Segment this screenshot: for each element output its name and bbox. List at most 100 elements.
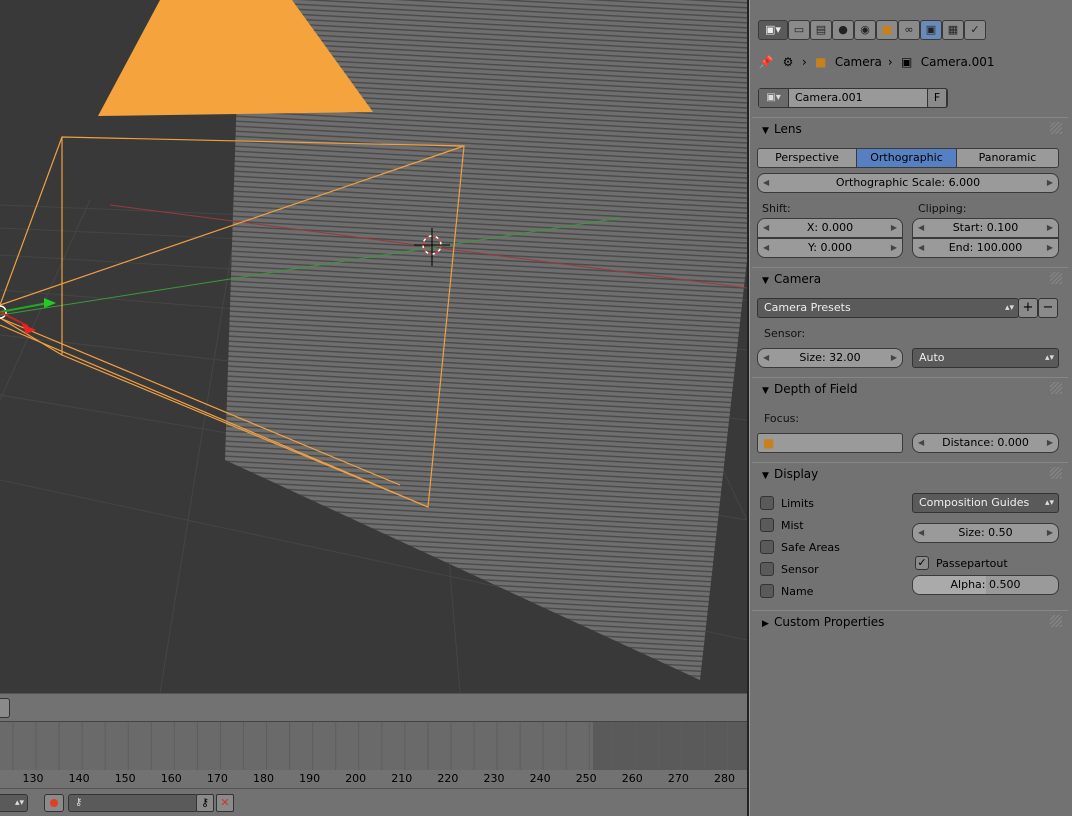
- sensor-display-label: Sensor: [781, 563, 819, 576]
- display-panel-header[interactable]: ▼ Display: [752, 462, 1068, 486]
- collapse-triangle-icon: ▼: [762, 471, 769, 481]
- timeline-tick-label: 130: [22, 772, 44, 785]
- lens-perspective-button[interactable]: Perspective: [757, 148, 857, 168]
- ortho-scale-field[interactable]: ◀ Orthographic Scale: 6.000 ▶: [757, 173, 1059, 193]
- lens-panoramic-button[interactable]: Panoramic: [956, 148, 1059, 168]
- timeline-tick-label: 220: [437, 772, 459, 785]
- playback-dropdown[interactable]: ▴▾: [0, 794, 28, 812]
- breadcrumb: 📌 ⚙ › ■ Camera › ▣ Camera.001: [758, 52, 995, 72]
- expand-triangle-icon: ▶: [762, 619, 769, 629]
- passepartout-checkbox[interactable]: ✓: [915, 556, 929, 570]
- editor-type-button[interactable]: [0, 698, 10, 718]
- fake-user-button[interactable]: F: [927, 88, 947, 108]
- camera-data-tab[interactable]: ▣: [920, 20, 942, 40]
- dof-panel-header[interactable]: ▼ Depth of Field: [752, 377, 1068, 401]
- composition-guides-dropdown[interactable]: Composition Guides ▴▾: [912, 493, 1059, 513]
- limits-checkbox[interactable]: [760, 496, 774, 510]
- shift-y-value: Y: 0.000: [808, 241, 852, 254]
- collapse-triangle-icon: ▼: [762, 276, 769, 286]
- 3d-viewport[interactable]: [0, 0, 747, 693]
- editor-type-button[interactable]: ▣▾: [758, 20, 788, 40]
- safe-areas-checkbox[interactable]: [760, 540, 774, 554]
- breadcrumb-data: Camera.001: [920, 55, 995, 69]
- panel-title: Lens: [774, 122, 802, 136]
- passepartout-alpha-slider[interactable]: Alpha: 0.500: [912, 575, 1059, 595]
- object-icon: ■: [763, 436, 775, 450]
- panel-title: Custom Properties: [774, 615, 885, 629]
- delete-keyframe-icon[interactable]: ✕: [216, 794, 234, 812]
- dropdown-arrow-icon: ▴▾: [1044, 498, 1054, 508]
- timeline-frames: [12, 722, 747, 770]
- name-label: Name: [781, 585, 814, 598]
- sensor-fit-dropdown[interactable]: Auto ▴▾: [912, 348, 1059, 368]
- keying-set-field[interactable]: ⚷: [68, 794, 198, 812]
- render-tab[interactable]: ▭: [788, 20, 810, 40]
- drag-grip-icon[interactable]: [1050, 272, 1062, 284]
- timeline-tick-label: 180: [253, 772, 274, 785]
- viewport-header: [0, 693, 747, 721]
- texture-tab[interactable]: ▦: [942, 20, 964, 40]
- camera-data-icon: ▣: [901, 55, 913, 69]
- camera-presets-label: Camera Presets: [764, 301, 851, 314]
- dof-distance-field[interactable]: ◀ Distance: 0.000 ▶: [912, 433, 1059, 453]
- dropdown-arrow-icon: ▴▾: [1044, 353, 1054, 363]
- shift-y-field[interactable]: ◀ Y: 0.000 ▶: [757, 238, 903, 258]
- scene-tab[interactable]: ●: [832, 20, 854, 40]
- object-icon: ■: [815, 55, 827, 69]
- clipping-label: Clipping:: [918, 202, 967, 215]
- drag-grip-icon[interactable]: [1050, 382, 1062, 394]
- timeline-tick-label: 280: [714, 772, 735, 785]
- timeline-tick-label: 150: [114, 772, 136, 785]
- record-button[interactable]: [44, 794, 64, 812]
- sensor-checkbox[interactable]: [760, 562, 774, 576]
- camera-presets-dropdown[interactable]: Camera Presets ▴▾: [757, 298, 1019, 318]
- guides-size-field[interactable]: ◀ Size: 0.50 ▶: [912, 523, 1059, 543]
- clip-end-field[interactable]: ◀ End: 100.000 ▶: [912, 238, 1059, 258]
- render-layers-tab[interactable]: ▤: [810, 20, 832, 40]
- clip-start-field[interactable]: ◀ Start: 0.100 ▶: [912, 218, 1059, 238]
- insert-keyframe-icon[interactable]: ⚷: [196, 794, 214, 812]
- constraints-tab[interactable]: ∞: [898, 20, 920, 40]
- sensor-size-field[interactable]: ◀ Size: 32.00 ▶: [757, 348, 903, 368]
- lens-orthographic-button[interactable]: Orthographic: [856, 148, 957, 168]
- timeline-tick-label: 200: [345, 772, 367, 785]
- limits-label: Limits: [781, 497, 814, 510]
- mist-label: Mist: [781, 519, 804, 532]
- browse-camera-button[interactable]: ▣▾: [759, 89, 789, 107]
- keying-set-icon: ⚷: [75, 797, 83, 808]
- lens-panel-header[interactable]: ▼ Lens: [752, 117, 1068, 141]
- physics-tab[interactable]: ✓: [964, 20, 986, 40]
- camera-datablock[interactable]: ▣▾ Camera.001: [758, 88, 948, 108]
- timeline-tick-label: 190: [299, 772, 321, 785]
- panel-title: Camera: [774, 272, 822, 286]
- datablock-name[interactable]: Camera.001: [789, 89, 947, 107]
- passepartout-label: Passepartout: [936, 557, 1008, 570]
- custom-properties-panel-header[interactable]: ▶ Custom Properties: [752, 610, 1068, 634]
- shift-x-field[interactable]: ◀ X: 0.000 ▶: [757, 218, 903, 238]
- clip-start-value: Start: 0.100: [952, 221, 1019, 234]
- pin-icon[interactable]: 📌: [758, 54, 774, 70]
- breadcrumb-separator: ›: [802, 55, 807, 69]
- timeline-ruler[interactable]: 130 140 150 160 170 180 190 200 210 220 230 240 250 2…: [0, 770, 747, 788]
- breadcrumb-object: Camera: [834, 55, 882, 69]
- timeline-tick-label: 250: [575, 772, 597, 785]
- remove-preset-button[interactable]: −: [1038, 298, 1058, 318]
- composition-guides-label: Composition Guides: [919, 496, 1030, 509]
- timeline-editor[interactable]: 130 140 150 160 170 180 190 200 210 220 230 240 250 2…: [0, 721, 747, 788]
- name-checkbox[interactable]: [760, 584, 774, 598]
- add-preset-button[interactable]: +: [1018, 298, 1038, 318]
- collapse-triangle-icon: ▼: [762, 386, 769, 396]
- sensor-label: Sensor:: [764, 327, 806, 340]
- camera-panel-header[interactable]: ▼ Camera: [752, 267, 1068, 291]
- viewport-scene: [0, 0, 747, 693]
- mist-checkbox[interactable]: [760, 518, 774, 532]
- drag-grip-icon[interactable]: [1050, 467, 1062, 479]
- drag-grip-icon[interactable]: [1050, 615, 1062, 627]
- safe-areas-label: Safe Areas: [781, 541, 840, 554]
- object-tab[interactable]: ■: [876, 20, 898, 40]
- focus-object-field[interactable]: ■: [757, 433, 903, 453]
- drag-grip-icon[interactable]: [1050, 122, 1062, 134]
- timeline-tick-label: 160: [160, 772, 182, 785]
- dof-distance-value: Distance: 0.000: [942, 436, 1029, 449]
- world-tab[interactable]: ◉: [854, 20, 876, 40]
